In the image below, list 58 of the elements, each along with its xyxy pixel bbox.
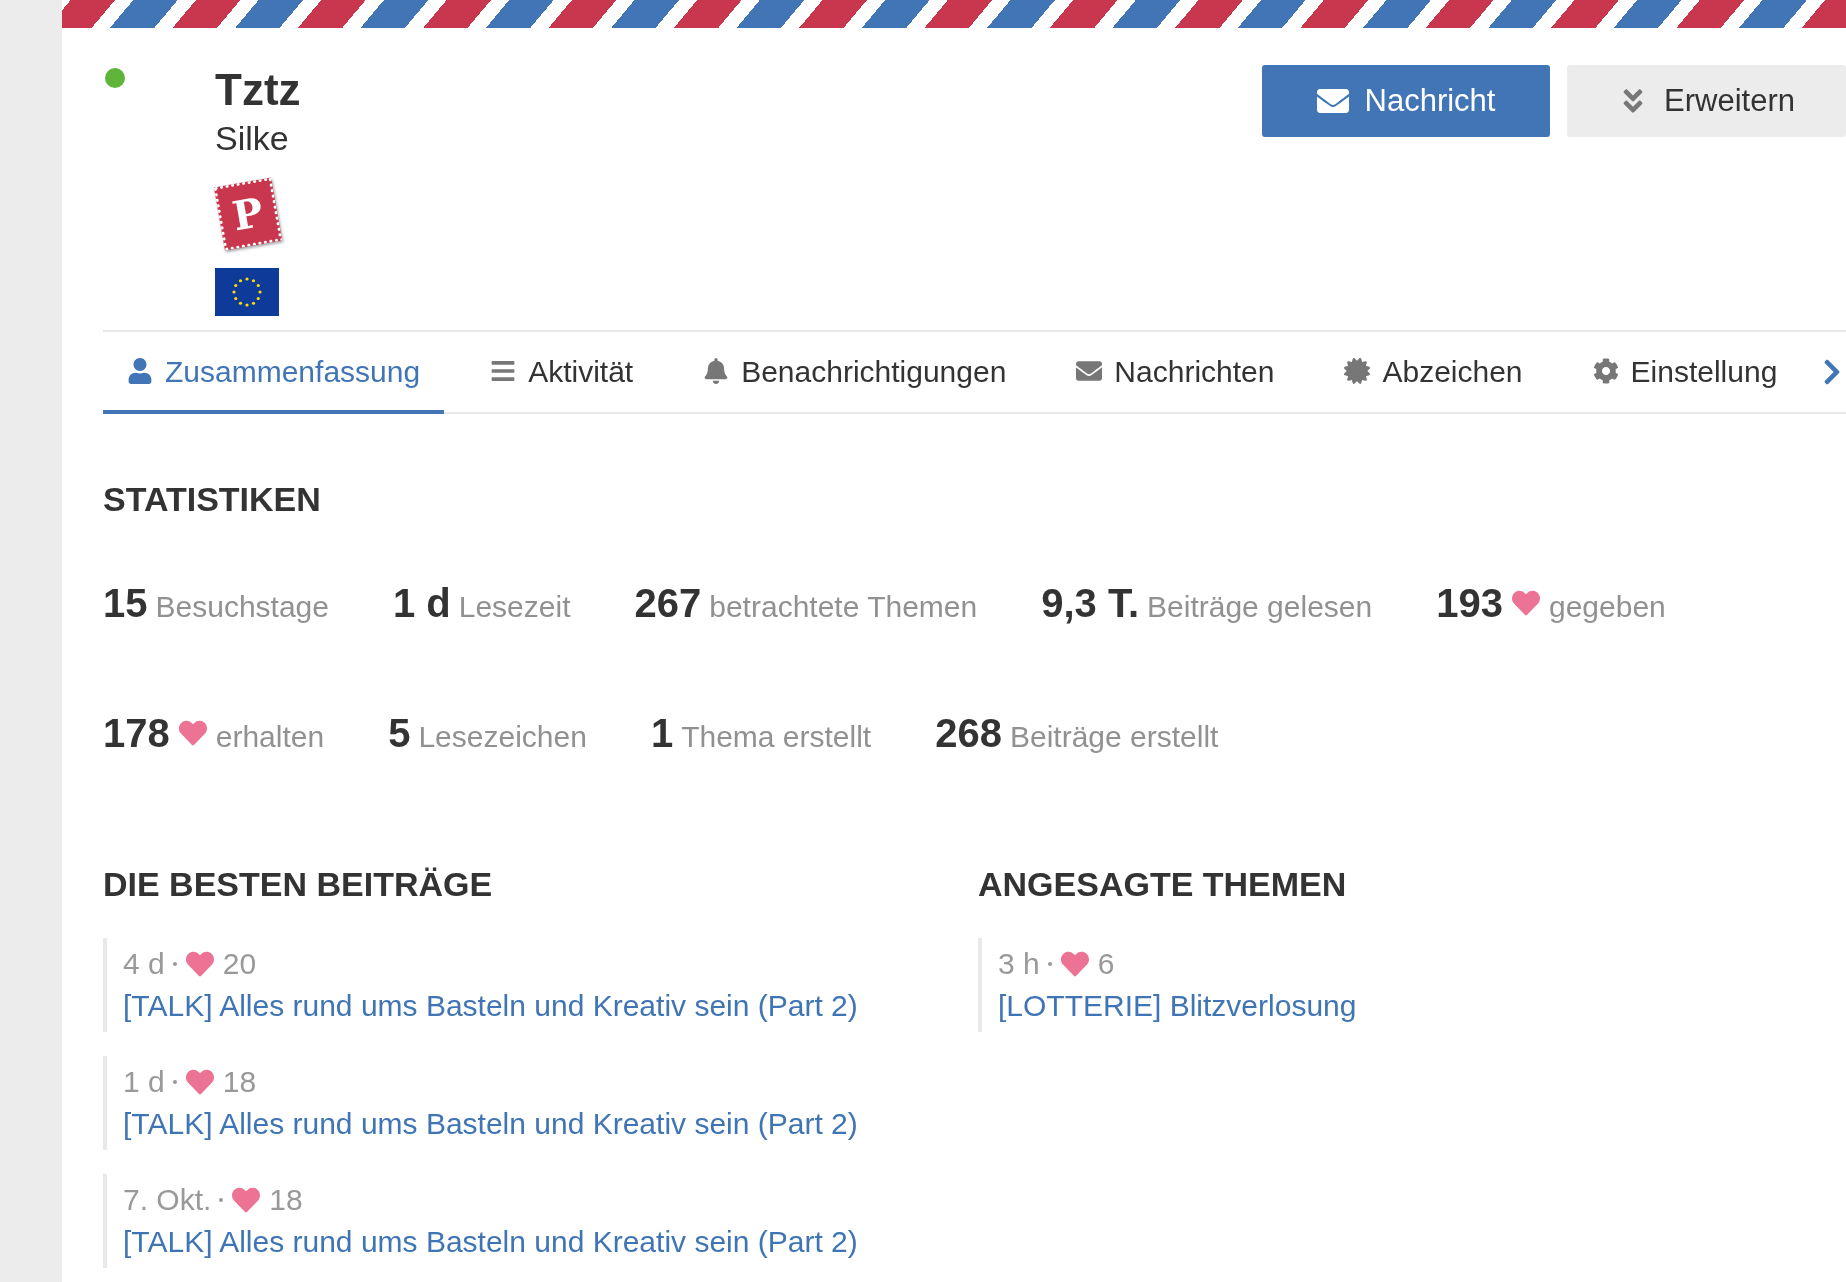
chevron-right-icon bbox=[1823, 357, 1841, 387]
stat-label: erhalten bbox=[215, 719, 325, 755]
like-count: 18 bbox=[269, 1182, 303, 1218]
profile-tab[interactable]: Aktivität bbox=[466, 332, 658, 414]
stat-value: 1 d bbox=[392, 580, 451, 627]
stat-label: Besuchstage bbox=[155, 589, 329, 625]
post-link[interactable]: [LOTTERIE] Blitzverlosung bbox=[998, 986, 1846, 1026]
stat-label: gegeben bbox=[1548, 589, 1666, 625]
expand-button[interactable]: Erweitern bbox=[1567, 65, 1846, 137]
like-count: 18 bbox=[222, 1064, 257, 1100]
like-count: 6 bbox=[1097, 946, 1115, 982]
stat-value: 178 bbox=[103, 710, 170, 757]
heart-icon bbox=[184, 1068, 215, 1096]
bell-icon bbox=[703, 358, 730, 384]
section-heading: ANGESAGTE THEMEN bbox=[978, 864, 1348, 905]
message-button[interactable]: Nachricht bbox=[1262, 65, 1550, 137]
profile-tab[interactable]: Nachrichten bbox=[1052, 332, 1299, 414]
heart-icon bbox=[184, 950, 215, 978]
settings-icon bbox=[1592, 358, 1619, 384]
heart-icon bbox=[231, 1186, 262, 1214]
stat-value: 15 bbox=[103, 580, 148, 627]
heart-icon bbox=[1059, 950, 1090, 978]
profile-tab[interactable]: Benachrichtigungen bbox=[679, 332, 1031, 414]
post-age: 1 d bbox=[123, 1064, 165, 1100]
like-count: 20 bbox=[222, 946, 257, 982]
stat-label: Thema erstellt bbox=[681, 719, 872, 755]
heart-icon bbox=[177, 719, 208, 747]
stat-value: 1 bbox=[650, 710, 674, 757]
stamp-letter: P bbox=[229, 191, 267, 237]
section-heading: DIE BESTEN BEITRÄGE bbox=[103, 864, 494, 905]
post-link[interactable]: [TALK] Alles rund ums Basteln und Kreativ sein (Part 2) bbox=[123, 1104, 978, 1144]
stat-label: Lesezeit bbox=[458, 589, 571, 625]
stat-value: 5 bbox=[388, 710, 411, 757]
stat-value: 268 bbox=[935, 710, 1002, 757]
menu-icon bbox=[490, 358, 517, 384]
post-age: 7. Okt. bbox=[123, 1182, 212, 1218]
stat-label: Lesezeichen bbox=[418, 719, 587, 755]
heart-icon bbox=[1510, 589, 1541, 617]
post-age: 3 h bbox=[998, 946, 1040, 982]
stat-value: 193 bbox=[1436, 580, 1503, 627]
stat-value: 267 bbox=[634, 580, 702, 627]
profile-tab[interactable]: Abzeichen bbox=[1320, 332, 1547, 414]
profile-tab[interactable]: Zusammenfassung bbox=[103, 332, 445, 414]
stat-value: 9,3 T. bbox=[1041, 580, 1140, 627]
user-icon bbox=[127, 358, 153, 384]
envelope-icon bbox=[1076, 358, 1103, 384]
post-link[interactable]: [TALK] Alles rund ums Basteln und Kreativ sein (Part 2) bbox=[123, 1222, 978, 1262]
username: Tztz bbox=[215, 64, 301, 116]
display-name: Silke bbox=[215, 118, 290, 158]
stat-label: Beiträge erstellt bbox=[1009, 719, 1219, 755]
profile-tab[interactable]: Einstellung bbox=[1568, 332, 1802, 414]
badge-icon bbox=[1344, 358, 1371, 384]
post-age: 4 d bbox=[123, 946, 165, 982]
stat-label: betrachtete Themen bbox=[709, 589, 978, 625]
stat-label: Beiträge gelesen bbox=[1147, 589, 1373, 625]
post-link[interactable]: [TALK] Alles rund ums Basteln und Kreativ sein (Part 2) bbox=[123, 986, 978, 1026]
eu-flag-icon bbox=[215, 268, 279, 316]
section-heading: STATISTIKEN bbox=[103, 479, 322, 520]
